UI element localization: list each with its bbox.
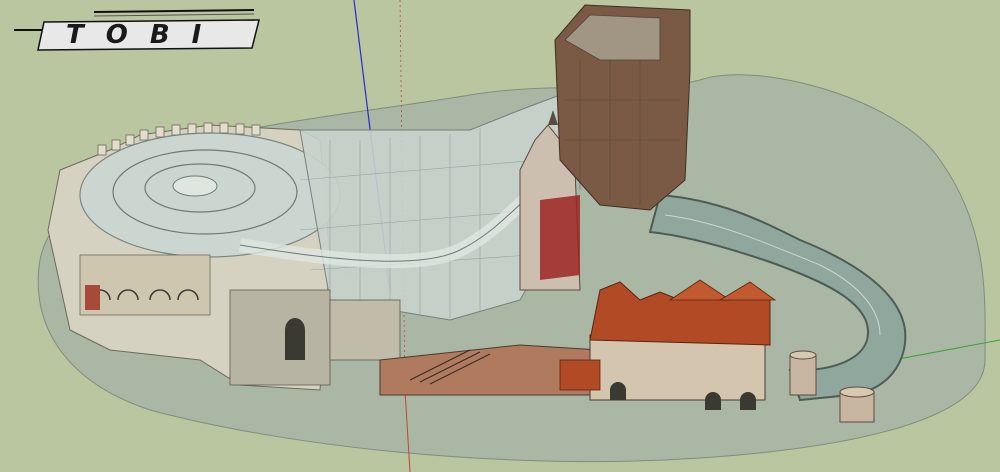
tobi-logo: TOBI bbox=[14, 8, 264, 54]
left-arcade bbox=[79, 254, 211, 316]
spiral-track-outer bbox=[79, 132, 341, 258]
model-viewport[interactable]: TOBI bbox=[0, 0, 1000, 472]
spiral-center bbox=[172, 175, 218, 197]
logo-text: TOBI bbox=[66, 20, 224, 50]
3d-scene[interactable] bbox=[0, 0, 1000, 472]
